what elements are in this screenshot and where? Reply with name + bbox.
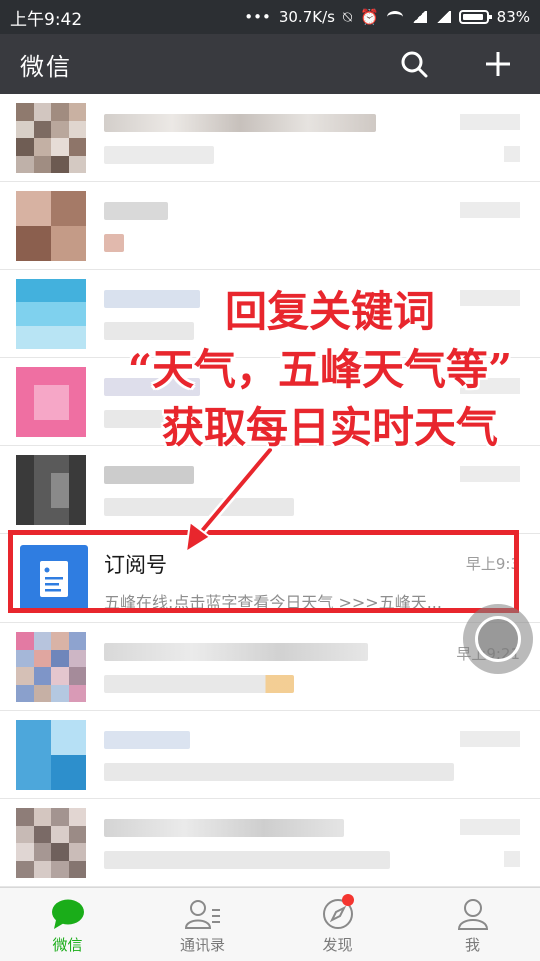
- annotation-arrow-icon: [184, 445, 275, 554]
- tab-label: 发现: [322, 936, 353, 954]
- bottom-tab-bar: 微信 通讯录 发现 我: [0, 887, 540, 961]
- notification-dot: [342, 894, 354, 906]
- tab-label: 我: [464, 936, 480, 954]
- floating-ring-icon: [475, 616, 521, 662]
- contacts-icon: [184, 900, 220, 929]
- chat-bubble-icon: [51, 899, 84, 929]
- annotation-line-1: 回复关键词: [224, 287, 435, 336]
- tab-me[interactable]: 我: [405, 888, 540, 961]
- tab-label: 通讯录: [179, 936, 225, 954]
- tab-chats[interactable]: 微信: [0, 888, 135, 961]
- annotation-line-2: “天气，五峰天气等”: [127, 345, 513, 394]
- tab-discover[interactable]: 发现: [270, 888, 405, 961]
- tab-label: 微信: [52, 936, 83, 954]
- annotation-line-3: 获取每日实时天气: [161, 403, 498, 452]
- floating-assist-button[interactable]: [463, 604, 533, 674]
- person-icon: [457, 899, 488, 930]
- tab-contacts[interactable]: 通讯录: [135, 888, 270, 961]
